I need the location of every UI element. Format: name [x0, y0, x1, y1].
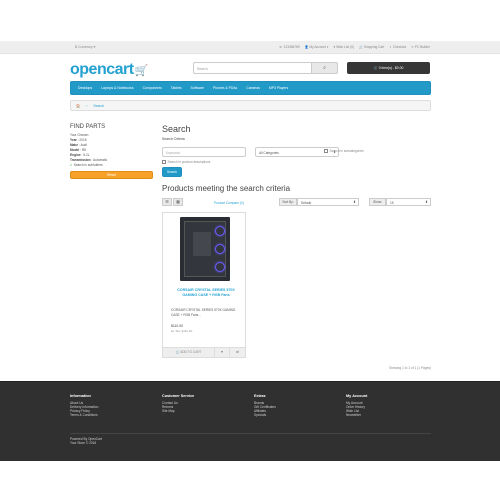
footer-link[interactable]: Terms & Conditions: [70, 413, 162, 417]
footer-divider: [70, 433, 431, 434]
add-to-cart-button[interactable]: 🛒 ADD TO CART: [163, 348, 215, 357]
chevron-down-icon: ⬍: [425, 200, 428, 204]
my-account-link[interactable]: 👤 My Account ▾: [305, 45, 329, 49]
description-checkbox[interactable]: Search in product descriptions: [162, 160, 210, 164]
view-toggle: ☰ ▦: [162, 198, 183, 206]
top-links: ☏ 123456789 👤 My Account ▾ ♥ Wish List (…: [279, 45, 430, 49]
site-footer: Information About Us Delivery Informatio…: [0, 381, 500, 461]
top-bar: $ Currency ▾ ☏ 123456789 👤 My Account ▾ …: [0, 41, 500, 54]
product-price: $110.00: [171, 324, 184, 328]
main-menu: Desktops Laptops & Notebooks Components …: [70, 81, 431, 95]
menu-tablets[interactable]: Tablets: [171, 86, 182, 90]
subcategories-checkbox[interactable]: Search in subcategories: [324, 149, 364, 153]
menu-desktops[interactable]: Desktops: [78, 86, 92, 90]
footer-heading: My Account: [346, 394, 368, 398]
reset-button[interactable]: Reset: [70, 171, 153, 179]
find-parts-panel: FIND PARTS Your Chosen: Year : 2016 Make…: [70, 124, 153, 179]
footer-my-account: My Account My Account Order History Wish…: [346, 394, 438, 417]
menu-software[interactable]: Software: [191, 86, 204, 90]
product-image[interactable]: [180, 217, 230, 281]
footer-columns: Information About Us Delivery Informatio…: [70, 394, 438, 417]
list-view-icon[interactable]: ☰: [162, 198, 172, 206]
footer-information: Information About Us Delivery Informatio…: [70, 394, 162, 417]
check-icon: ✔: [70, 163, 73, 167]
footer-heading: Information: [70, 394, 91, 398]
breadcrumb-search[interactable]: Search: [93, 104, 104, 108]
menu-mp3[interactable]: MP3 Players: [269, 86, 288, 90]
fan-icon: [215, 244, 225, 254]
show-label: Show:: [369, 198, 386, 206]
footer-link[interactable]: Specials: [254, 413, 346, 417]
subfolders-option[interactable]: ✔ Search in subfolders: [70, 163, 153, 168]
find-parts-title: FIND PARTS: [70, 124, 106, 130]
home-icon[interactable]: 🏠: [76, 104, 80, 108]
footer-customer-service: Customer Service Contact Us Returns Site…: [162, 394, 254, 417]
menu-cameras[interactable]: Cameras: [246, 86, 260, 90]
results-title: Products meeting the search criteria: [162, 184, 291, 193]
grid-view-icon[interactable]: ▦: [173, 198, 183, 206]
shopping-cart-link[interactable]: 🛒 Shopping Cart: [359, 45, 384, 49]
search-button[interactable]: ⌕: [311, 62, 338, 74]
cart-logo-icon: 🛒: [134, 65, 149, 77]
keyword-input[interactable]: Keywords: [162, 147, 246, 157]
menu-components[interactable]: Components: [143, 86, 162, 90]
menu-phones[interactable]: Phones & PDAs: [213, 86, 237, 90]
checkout-link[interactable]: ⇪ Checkout: [389, 45, 406, 49]
phone-link[interactable]: ☏ 123456789: [279, 45, 300, 49]
search-input[interactable]: Search: [193, 62, 311, 74]
footer-link[interactable]: Site Map: [162, 409, 254, 413]
product-title-link[interactable]: CORSAIR CRYSTAL SERIES 570X GAMING CASE …: [171, 288, 241, 298]
footer-copyright: Powered By OpenCart Your Store © 2018: [70, 437, 102, 446]
product-card: CORSAIR CRYSTAL SERIES 570X GAMING CASE …: [162, 212, 246, 358]
fan-icon: [215, 262, 225, 272]
chevron-down-icon: ⬍: [353, 200, 356, 204]
wishlist-heart-icon[interactable]: ♥: [215, 348, 230, 357]
menu-laptops[interactable]: Laptops & Notebooks: [101, 86, 133, 90]
fan-icon: [215, 226, 225, 236]
page-title: Search: [162, 124, 191, 134]
search-submit-button[interactable]: Search: [162, 167, 182, 177]
pagination-results: Showing 1 to 1 of 1 (1 Pages): [389, 366, 431, 370]
case-glass-panel: [184, 221, 226, 277]
checkbox-icon: [324, 149, 328, 153]
site-logo[interactable]: opencart🛒: [70, 61, 148, 79]
breadcrumb: 🏠 › Search: [70, 100, 431, 111]
wish-list-link[interactable]: ♥ Wish List (0): [333, 45, 354, 49]
footer-link[interactable]: Newsletter: [346, 413, 438, 417]
breadcrumb-separator: ›: [86, 103, 88, 108]
search-criteria-label: Search Criteria: [162, 137, 185, 141]
sort-label: Sort By:: [279, 198, 297, 206]
cart-button[interactable]: 🛒 0 item(s) - $0.00: [347, 62, 430, 74]
case-motherboard: [193, 232, 211, 256]
currency-selector[interactable]: $ Currency ▾: [75, 45, 95, 49]
checkbox-icon: [162, 160, 166, 164]
pc-builder-link[interactable]: ↻ PC Builder: [411, 45, 430, 49]
product-description: CORSAIR CRYSTAL SERIES 570X GAMING CASE …: [171, 308, 236, 317]
limit-select[interactable]: 15 ⬍: [386, 198, 431, 206]
compare-arrows-icon[interactable]: ⇄: [230, 348, 245, 357]
search-icon: ⌕: [323, 65, 326, 71]
sort-select[interactable]: Default ⬍: [297, 198, 359, 206]
footer-extras: Extras Brands Gift Certificates Affiliat…: [254, 394, 346, 417]
footer-heading: Customer Service: [162, 394, 195, 398]
search-main: Search Search Criteria Keywords All Cate…: [162, 124, 431, 370]
product-compare-link[interactable]: Product Compare (0): [214, 201, 244, 205]
footer-heading: Extras: [254, 394, 266, 398]
product-actions: 🛒 ADD TO CART ♥ ⇄: [163, 347, 245, 357]
product-ex-tax: Ex Tax: $110.00: [171, 329, 193, 333]
copyright-text: Your Store © 2018: [70, 441, 97, 446]
